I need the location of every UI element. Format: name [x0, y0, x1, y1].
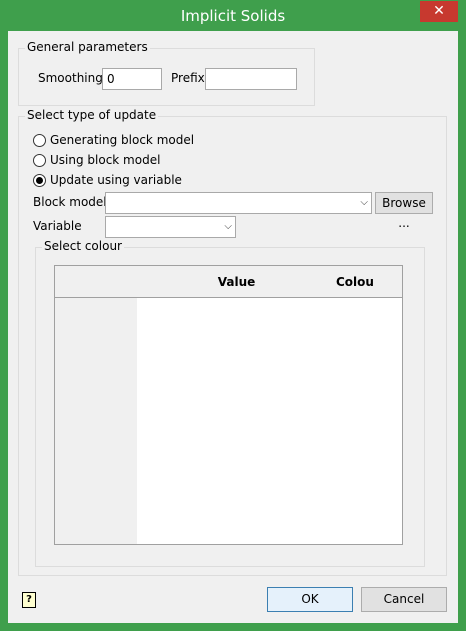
- smoothing-label: Smoothing: [38, 71, 103, 85]
- browse-button[interactable]: Browse ...: [375, 192, 433, 230]
- prefix-input[interactable]: [205, 68, 297, 90]
- general-parameters-legend: General parameters: [25, 40, 150, 54]
- chevron-down-icon: ⌵: [360, 197, 368, 208]
- ok-button[interactable]: OK: [267, 587, 353, 612]
- radio-button[interactable]: [33, 174, 46, 187]
- radio-selected-dot: [36, 177, 43, 184]
- dialog-body: General parameters Smoothing 0 Prefix Se…: [8, 31, 458, 623]
- help-icon[interactable]: ?: [22, 592, 36, 608]
- variable-select[interactable]: ⌵: [105, 216, 236, 238]
- general-parameters-group: General parameters Smoothing 0 Prefix: [18, 40, 315, 106]
- colour-column-header[interactable]: Colour: [336, 266, 380, 298]
- dialog-window: Implicit Solids ✕ General parameters Smo…: [0, 0, 466, 631]
- close-button[interactable]: ✕: [420, 1, 458, 22]
- radio-label: Generating block model: [50, 133, 195, 147]
- filler-header-cell: [375, 266, 402, 298]
- cancel-button[interactable]: Cancel: [361, 587, 447, 612]
- block-model-select[interactable]: ⌵: [105, 192, 372, 214]
- corner-header-cell: [55, 266, 138, 298]
- close-icon: ✕: [433, 3, 445, 19]
- window-title: Implicit Solids: [180, 7, 286, 25]
- chevron-down-icon: ⌵: [224, 221, 232, 232]
- radio-label: Using block model: [50, 153, 161, 167]
- title-bar: Implicit Solids ✕: [0, 0, 466, 32]
- variable-label: Variable: [33, 219, 82, 233]
- value-column-header[interactable]: Value: [137, 266, 337, 298]
- row-header-column: [55, 266, 137, 544]
- update-type-legend: Select type of update: [25, 108, 159, 122]
- radio-button[interactable]: [33, 154, 46, 167]
- radio-button[interactable]: [33, 134, 46, 147]
- prefix-label: Prefix: [171, 71, 205, 85]
- colour-table[interactable]: Value Colour: [54, 265, 403, 545]
- smoothing-input[interactable]: 0: [102, 68, 162, 90]
- radio-label: Update using variable: [50, 173, 182, 187]
- select-colour-legend: Select colour: [42, 239, 124, 253]
- block-model-label: Block model: [33, 195, 107, 209]
